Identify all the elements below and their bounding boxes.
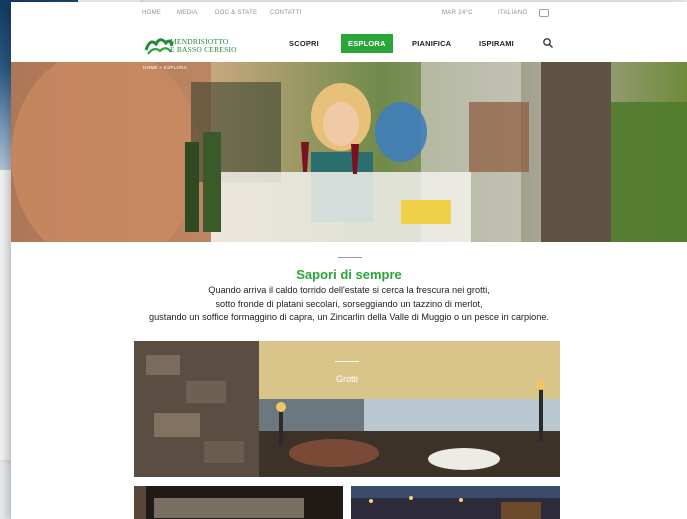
logo-line-2: E BASSO CERESIO <box>170 45 237 54</box>
card-secondary-left[interactable] <box>134 486 343 519</box>
site-logo[interactable]: MENDRISIOTTO E BASSO CERESIO <box>144 32 244 58</box>
nav-scopri[interactable]: SCOPRI <box>289 39 319 48</box>
card-grotti-label: Grotti <box>335 374 358 384</box>
nav-pianifica[interactable]: PIANIFICA <box>412 39 451 48</box>
chat-icon[interactable] <box>539 9 549 17</box>
intro-line: Quando arriva il caldo torrido dell'esta… <box>208 285 490 295</box>
intro-paragraph: Quando arriva il caldo torrido dell'esta… <box>11 284 687 325</box>
top-utility-bar: HOME MEDIA DOC & STATE CONTATTI MAR 24°C… <box>11 2 687 22</box>
title-divider <box>338 257 362 258</box>
intro-line: sotto fronde di platani secolari, sorseg… <box>215 298 483 309</box>
weather-readout: MAR 24°C <box>442 10 473 16</box>
card-divider <box>335 361 359 362</box>
card-grotti[interactable]: Grotti <box>134 341 560 477</box>
nav-esplora[interactable]: ESPLORA <box>341 34 393 53</box>
card-secondary-right[interactable] <box>351 486 560 519</box>
language-selector[interactable]: ITALIANO <box>498 10 527 16</box>
card-right-photo <box>351 486 560 519</box>
intro-line: gustando un soffice formaggino di capra,… <box>148 312 550 322</box>
toplink-media[interactable]: MEDIA <box>177 10 198 16</box>
hero-image: HOME > ESPLORA <box>11 62 687 242</box>
nav-ispirami[interactable]: ISPIRAMI <box>479 39 514 48</box>
site-header: MENDRISIOTTO E BASSO CERESIO SCOPRI ESPL… <box>11 22 687 64</box>
card-left-photo <box>134 486 343 519</box>
toplink-home[interactable]: HOME <box>142 10 161 16</box>
breadcrumb[interactable]: HOME > ESPLORA <box>143 65 187 70</box>
search-icon[interactable] <box>542 37 554 49</box>
browser-page: HOME MEDIA DOC & STATE CONTATTI MAR 24°C… <box>11 2 687 519</box>
toplink-contatti[interactable]: CONTATTI <box>270 10 302 16</box>
hero-photo <box>11 62 687 242</box>
page-title: Sapori di sempre <box>296 267 402 282</box>
toplink-doc-state[interactable]: DOC & STATE <box>215 10 257 16</box>
